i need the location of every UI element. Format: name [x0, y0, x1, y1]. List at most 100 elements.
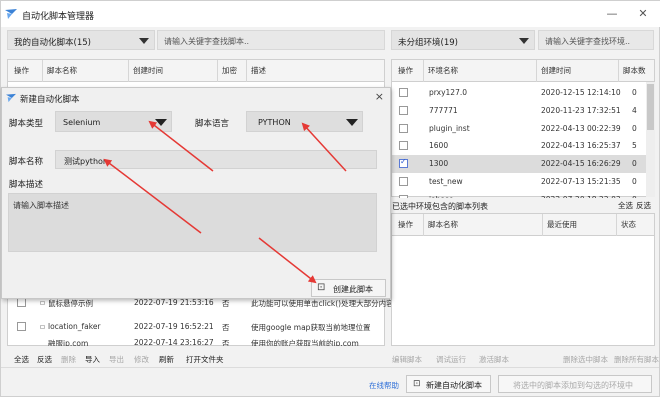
refresh-link[interactable]: 刷新	[159, 354, 174, 365]
env-row-checkbox[interactable]	[399, 157, 408, 169]
script-name-input[interactable]: 测试python	[55, 150, 377, 169]
env-name: jabaso	[429, 195, 454, 198]
script-type-dropdown[interactable]: Selenium	[55, 111, 172, 132]
row-checkbox[interactable]	[17, 322, 26, 331]
env-name: plugin_inst	[429, 123, 470, 133]
script-name-label: 脚本名称	[9, 157, 44, 167]
col-script-count: 脚本数	[618, 60, 646, 82]
script-type-value: Selenium	[63, 118, 101, 127]
col-action: 操作	[398, 66, 413, 75]
env-row[interactable]: 1300 2022-04-15 16:26:29 0	[392, 155, 654, 174]
script-desc: 使用google map获取当前地理位置	[251, 323, 371, 332]
script-table-header: 操作 脚本名称 创建时间 加密 描述	[8, 60, 384, 82]
col-encrypted: 加密	[217, 60, 237, 82]
col-action: 操作	[14, 66, 29, 75]
debug-run-link[interactable]: 调试运行	[436, 354, 466, 365]
invert-select-link[interactable]: 反选	[37, 354, 52, 365]
env-row[interactable]: test_new 2022-07-13 15:21:35 0	[392, 173, 654, 191]
script-search-placeholder: 请输入关键字查找脚本..	[164, 37, 250, 46]
new-script-icon: ⊡	[413, 379, 421, 389]
env-row[interactable]: prxy127.0 2020-12-15 12:14:10 0	[392, 84, 654, 102]
add-to-env-button[interactable]: 将选中的脚本添加到勾选的环境中	[498, 375, 652, 393]
title-bar: 自动化脚本管理器 — ✕	[1, 1, 660, 27]
delete-link[interactable]: 删除	[61, 354, 76, 365]
create-script-button[interactable]: ⊡ 创建此脚本	[311, 279, 386, 297]
env-row[interactable]: jabaso 2022-07-20 18:22:03 0	[392, 191, 654, 198]
script-desc-textarea[interactable]: 请输入脚本描述	[8, 193, 377, 252]
app-window: 自动化脚本管理器 — ✕ 我的自动化脚本(15) 请输入关键字查找脚本.. 未分…	[0, 0, 660, 397]
select-all-link[interactable]: 全选	[14, 354, 29, 365]
export-link[interactable]: 导出	[109, 354, 124, 365]
script-desc: 使用你的账户获取当前的ip.com	[251, 339, 359, 346]
new-script-label: 新建自动化脚本	[426, 381, 482, 390]
create-script-label: 创建此脚本	[333, 285, 373, 294]
modify-link[interactable]: 修改	[134, 354, 149, 365]
env-row-checkbox[interactable]	[399, 105, 408, 115]
close-icon[interactable]: ✕	[635, 6, 651, 22]
env-row[interactable]: 1600 2022-04-13 16:25:37 5	[392, 137, 654, 155]
open-folder-link[interactable]: 打开文件夹	[186, 354, 224, 365]
chevron-down-icon	[139, 38, 149, 44]
script-lang-label: 脚本语言	[195, 119, 230, 129]
script-lang-dropdown[interactable]: PYTHON	[246, 111, 363, 132]
env-script-count: 4	[632, 105, 637, 115]
env-invert-link[interactable]: 反选	[636, 200, 651, 211]
env-script-count: 0	[632, 159, 637, 169]
env-script-table: 操作 脚本名称 最近使用 状态	[391, 213, 655, 346]
env-row[interactable]: 777771 2020-11-23 17:32:51 4	[392, 102, 654, 120]
delete-selected-scripts-link[interactable]: 删除选中脚本	[563, 354, 608, 365]
activate-script-link[interactable]: 激活脚本	[479, 354, 509, 365]
env-row-checkbox[interactable]	[399, 177, 408, 186]
env-script-count: 0	[632, 123, 637, 133]
script-encrypted: 否	[222, 299, 230, 308]
env-filter-dropdown[interactable]: 未分组环境(19)	[391, 30, 535, 50]
env-script-table-header: 操作 脚本名称 最近使用 状态	[392, 214, 654, 236]
env-row[interactable]: plugin_inst 2022-04-13 00:22:39 0	[392, 120, 654, 138]
script-type-label: 脚本类型	[9, 119, 44, 129]
env-row-checkbox[interactable]	[399, 88, 408, 97]
import-link[interactable]: 导入	[85, 354, 100, 365]
script-file-icon: ▫	[40, 322, 46, 331]
chevron-down-icon	[519, 38, 529, 44]
env-row-checkbox[interactable]	[399, 194, 408, 198]
script-encrypted: 否	[222, 323, 230, 332]
script-name: location_faker	[48, 322, 101, 331]
env-scroll-thumb[interactable]	[647, 84, 654, 130]
env-script-count: 0	[632, 88, 637, 97]
script-desc-label: 脚本描述	[9, 180, 44, 190]
app-logo-icon	[6, 93, 16, 103]
env-script-count: 0	[632, 195, 637, 198]
env-script-count: 0	[632, 177, 637, 186]
script-lang-value: PYTHON	[258, 118, 291, 127]
table-row[interactable]: 融服ip.com 2022-07-14 23:16:27 否 使用你的账户获取当…	[8, 338, 384, 346]
script-name: 鼠标悬停示例	[48, 299, 93, 308]
env-name: test_new	[429, 177, 463, 186]
script-created: 2022-07-19 21:53:16	[134, 298, 214, 307]
col-script-name: 脚本名称	[423, 214, 458, 236]
table-row[interactable]: ▫ location_faker 2022-07-19 16:52:21 否 使…	[8, 318, 384, 336]
edit-script-link[interactable]: 编辑脚本	[392, 354, 422, 365]
env-row-checkbox[interactable]	[399, 123, 408, 133]
env-name: prxy127.0	[429, 88, 467, 97]
env-select-all-link[interactable]: 全选	[618, 200, 633, 211]
script-filter-dropdown[interactable]: 我的自动化脚本(15)	[7, 30, 155, 50]
env-scrollbar[interactable]	[646, 82, 655, 197]
col-script-name: 脚本名称	[42, 60, 77, 82]
delete-all-scripts-link[interactable]: 删除所有脚本	[614, 354, 659, 365]
chevron-down-icon	[346, 119, 358, 126]
env-row-checkbox[interactable]	[399, 141, 408, 151]
env-created: 2022-04-13 16:25:37	[541, 141, 621, 151]
col-description: 描述	[246, 60, 266, 82]
env-created: 2022-07-13 15:21:35	[541, 177, 621, 186]
online-help-link[interactable]: 在线帮助	[369, 380, 399, 391]
row-checkbox[interactable]	[17, 298, 26, 307]
script-search-input[interactable]: 请输入关键字查找脚本..	[157, 30, 385, 50]
env-created: 2022-04-15 16:26:29	[541, 159, 621, 169]
minimize-icon[interactable]: —	[604, 6, 620, 22]
footer-divider	[1, 367, 659, 368]
new-script-button[interactable]: ⊡ 新建自动化脚本	[406, 375, 491, 393]
dialog-close-icon[interactable]: ×	[375, 90, 384, 103]
env-search-input[interactable]: 请输入关键字查找环境..	[538, 30, 654, 50]
col-status: 状态	[616, 214, 636, 236]
col-last-used: 最近使用	[542, 214, 577, 236]
